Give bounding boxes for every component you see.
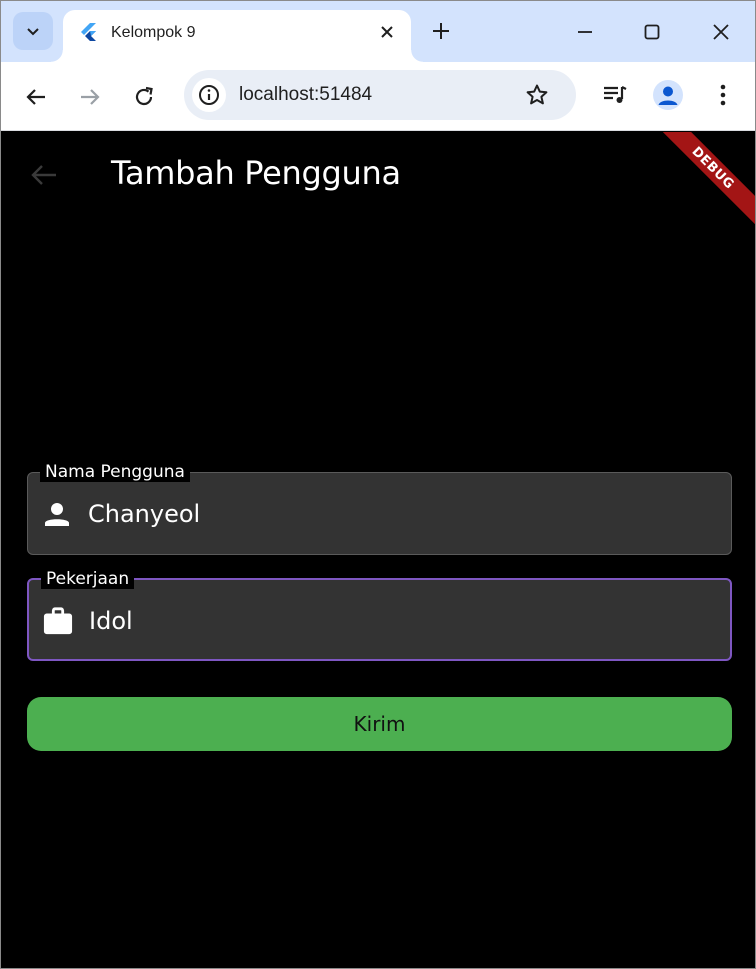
arrow-right-icon xyxy=(81,89,100,105)
close-icon xyxy=(381,26,393,38)
minimize-button[interactable] xyxy=(570,17,600,47)
browser-window: Kelompok 9 localhost:51484 Tambah Penggu… xyxy=(0,0,756,969)
nama-pengguna-label: Nama Pengguna xyxy=(40,462,190,482)
chevron-down-icon xyxy=(27,28,39,36)
reload-button[interactable] xyxy=(127,80,161,114)
profile-button[interactable] xyxy=(652,79,684,111)
bookmark-button[interactable] xyxy=(524,82,550,108)
tab-search-button[interactable] xyxy=(13,12,53,50)
nama-pengguna-field[interactable]: Nama Pengguna Chanyeol xyxy=(27,462,732,555)
briefcase-icon xyxy=(43,606,73,636)
close-tab-button[interactable] xyxy=(375,20,399,44)
pekerjaan-field[interactable]: Pekerjaan Idol xyxy=(27,569,732,661)
tab-title: Kelompok 9 xyxy=(111,24,196,41)
url-text: localhost:51484 xyxy=(239,84,373,105)
app-back-button[interactable] xyxy=(27,160,61,190)
kirim-button[interactable]: Kirim xyxy=(27,697,732,751)
arrow-left-icon xyxy=(31,165,56,185)
close-icon xyxy=(713,24,729,40)
close-window-button[interactable] xyxy=(706,17,736,47)
media-queue-button[interactable] xyxy=(599,79,631,111)
profile-icon xyxy=(653,80,683,110)
address-bar[interactable]: localhost:51484 xyxy=(184,70,576,120)
back-button[interactable] xyxy=(19,80,53,114)
person-icon xyxy=(42,499,72,529)
debug-banner: DEBUG xyxy=(649,132,755,232)
debug-banner-label: DEBUG xyxy=(688,143,738,193)
minimize-icon xyxy=(578,31,592,33)
reload-icon xyxy=(135,86,153,106)
maximize-button[interactable] xyxy=(637,17,667,47)
browser-toolbar: localhost:51484 xyxy=(1,62,755,131)
plus-icon xyxy=(433,23,449,39)
page-title: Tambah Pengguna xyxy=(111,154,401,192)
media-queue-icon xyxy=(604,86,627,103)
tab-kelompok-9[interactable]: Kelompok 9 xyxy=(51,10,423,62)
flutter-icon xyxy=(81,23,96,41)
maximize-icon xyxy=(644,24,660,40)
kebab-menu-icon xyxy=(720,84,726,106)
tab-strip: Kelompok 9 xyxy=(1,1,755,62)
forward-button[interactable] xyxy=(73,80,107,114)
new-tab-button[interactable] xyxy=(427,17,455,45)
app-viewport: Tambah Pengguna DEBUG Nama Pengguna Chan… xyxy=(1,132,755,968)
browser-menu-button[interactable] xyxy=(707,79,739,111)
arrow-left-icon xyxy=(26,89,45,105)
info-icon xyxy=(199,85,219,105)
star-icon xyxy=(526,84,548,105)
pekerjaan-label: Pekerjaan xyxy=(41,569,135,589)
site-info-button[interactable] xyxy=(192,78,226,112)
pekerjaan-value: Idol xyxy=(89,607,133,635)
nama-pengguna-value: Chanyeol xyxy=(88,500,201,528)
